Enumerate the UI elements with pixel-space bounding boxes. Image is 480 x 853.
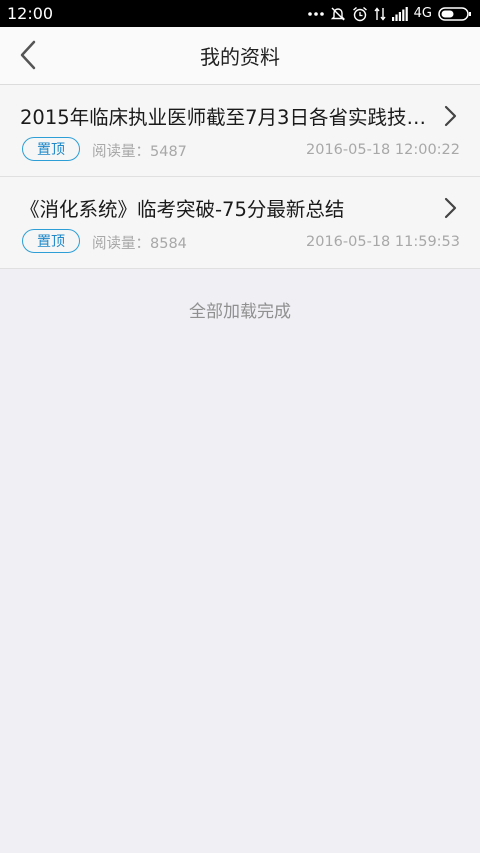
chevron-right-icon bbox=[444, 105, 457, 127]
page-title: 我的资料 bbox=[200, 45, 280, 69]
battery-icon bbox=[438, 6, 471, 21]
list-item[interactable]: 2015年临床执业医师截至7月3日各省实践技能通过率 置顶 阅读量：5487 2… bbox=[0, 85, 480, 177]
alarm-icon bbox=[352, 6, 367, 21]
back-button[interactable] bbox=[10, 35, 46, 75]
item-title: 2015年临床执业医师截至7月3日各省实践技能通过率 bbox=[20, 106, 428, 129]
nav-bar: 我的资料 bbox=[0, 27, 480, 85]
chevron-right-icon bbox=[444, 197, 457, 219]
item-date: 2016-05-18 12:00:22 bbox=[306, 142, 460, 158]
load-complete-text: 全部加载完成 bbox=[189, 302, 291, 322]
list-item[interactable]: 《消化系统》临考突破-75分最新总结 置顶 阅读量：8584 2016-05-1… bbox=[0, 177, 480, 269]
network-type: 4G bbox=[413, 6, 432, 21]
data-transfer-icon bbox=[374, 6, 386, 21]
signal-icon bbox=[391, 6, 408, 21]
read-count: 阅读量：8584 bbox=[92, 236, 187, 252]
back-arrow-icon bbox=[20, 40, 36, 70]
more-dots-icon bbox=[307, 11, 324, 16]
item-date: 2016-05-18 11:59:53 bbox=[306, 234, 460, 250]
item-title: 《消化系统》临考突破-75分最新总结 bbox=[20, 198, 345, 221]
pinned-badge: 置顶 bbox=[22, 229, 80, 253]
status-icons: 4G bbox=[307, 6, 472, 22]
status-time: 12:00 bbox=[7, 4, 54, 23]
read-count: 阅读量：5487 bbox=[92, 144, 187, 160]
status-bar: 12:00 4G bbox=[0, 0, 480, 27]
document-list: 2015年临床执业医师截至7月3日各省实践技能通过率 置顶 阅读量：5487 2… bbox=[0, 85, 480, 269]
mute-icon bbox=[330, 7, 345, 20]
pinned-badge: 置顶 bbox=[22, 137, 80, 161]
